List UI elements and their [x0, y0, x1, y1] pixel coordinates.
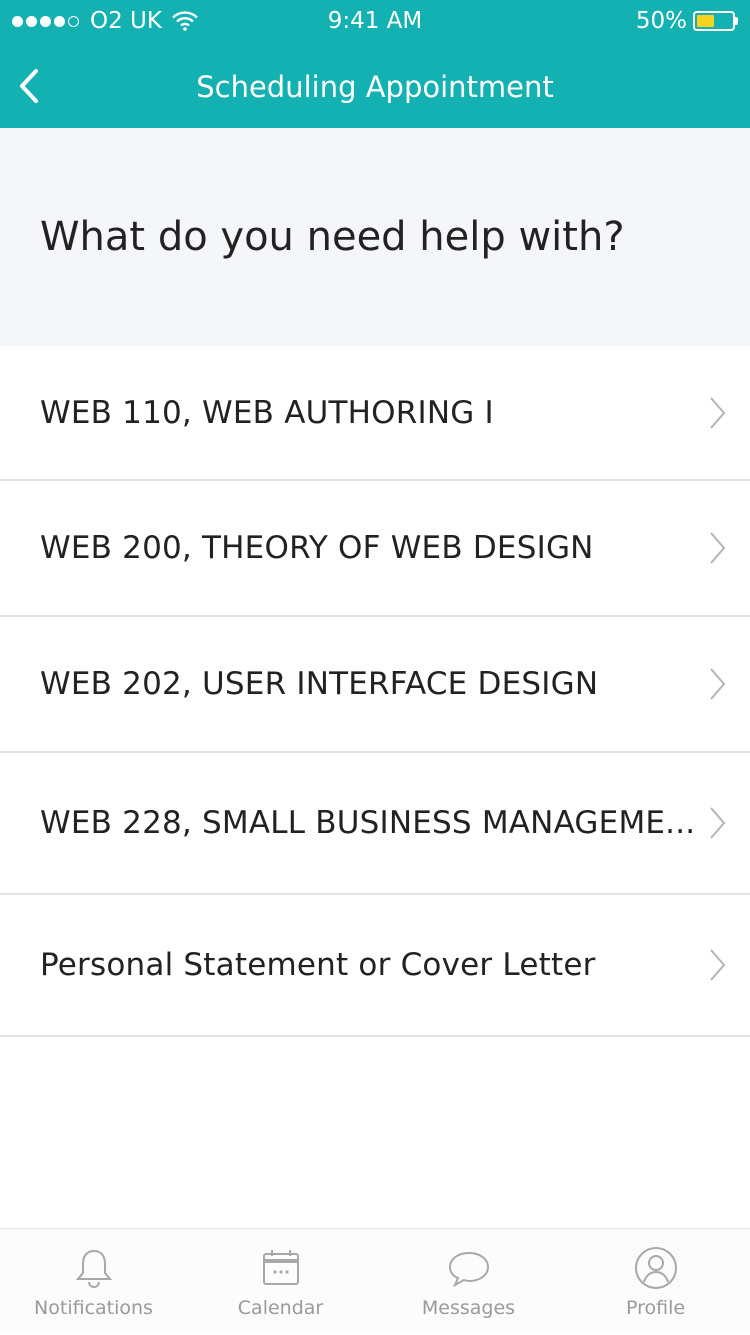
chat-bubble-icon [448, 1251, 489, 1288]
chevron-right-icon [710, 396, 726, 429]
chevron-right-icon [710, 532, 726, 564]
tab-messages[interactable]: Messages [375, 1229, 562, 1335]
chevron-right-icon [710, 668, 726, 700]
options-list: WEB 110, WEB AUTHORING I WEB 200, THEORY… [0, 346, 750, 1037]
chevron-right-icon [710, 807, 726, 839]
battery-percent: 50% [635, 8, 687, 34]
status-bar: O2 UK 9:41 AM 50% [0, 0, 750, 44]
option-web-228[interactable]: WEB 228, SMALL BUSINESS MANAGEME... [0, 753, 750, 895]
option-label: Personal Statement or Cover Letter [40, 947, 596, 983]
tab-label: Calendar [237, 1297, 324, 1319]
tab-profile[interactable]: Profile [562, 1229, 749, 1335]
option-web-110[interactable]: WEB 110, WEB AUTHORING I [0, 346, 750, 481]
option-label: WEB 200, THEORY OF WEB DESIGN [40, 530, 594, 566]
tab-label: Messages [421, 1297, 516, 1319]
option-label: WEB 202, USER INTERFACE DESIGN [40, 666, 599, 702]
tab-bar: Notifications Calendar Messages Profile [0, 1228, 750, 1334]
battery-group: 50% [636, 8, 738, 34]
option-label: WEB 228, SMALL BUSINESS MANAGEME... [40, 805, 696, 841]
question-heading: What do you need help with? [40, 214, 625, 260]
tab-calendar[interactable]: Calendar [187, 1229, 374, 1335]
calendar-icon [262, 1250, 299, 1285]
tab-notifications[interactable]: Notifications [0, 1229, 187, 1335]
option-personal-statement[interactable]: Personal Statement or Cover Letter [0, 895, 750, 1037]
tab-label: Notifications [34, 1297, 153, 1319]
battery-icon [693, 11, 735, 31]
chevron-right-icon [710, 949, 726, 981]
option-label: WEB 110, WEB AUTHORING I [40, 394, 494, 431]
battery-fill [697, 15, 714, 27]
option-web-200[interactable]: WEB 200, THEORY OF WEB DESIGN [0, 481, 750, 617]
option-web-202[interactable]: WEB 202, USER INTERFACE DESIGN [0, 617, 750, 753]
navigation-bar: Scheduling Appointment [0, 44, 750, 128]
tab-label: Profile [625, 1297, 686, 1319]
question-section: What do you need help with? [0, 128, 750, 346]
header: O2 UK 9:41 AM 50% Scheduling Appointment [0, 0, 750, 128]
page-title: Scheduling Appointment [196, 70, 554, 104]
bell-icon [75, 1249, 112, 1288]
user-icon [634, 1247, 677, 1289]
